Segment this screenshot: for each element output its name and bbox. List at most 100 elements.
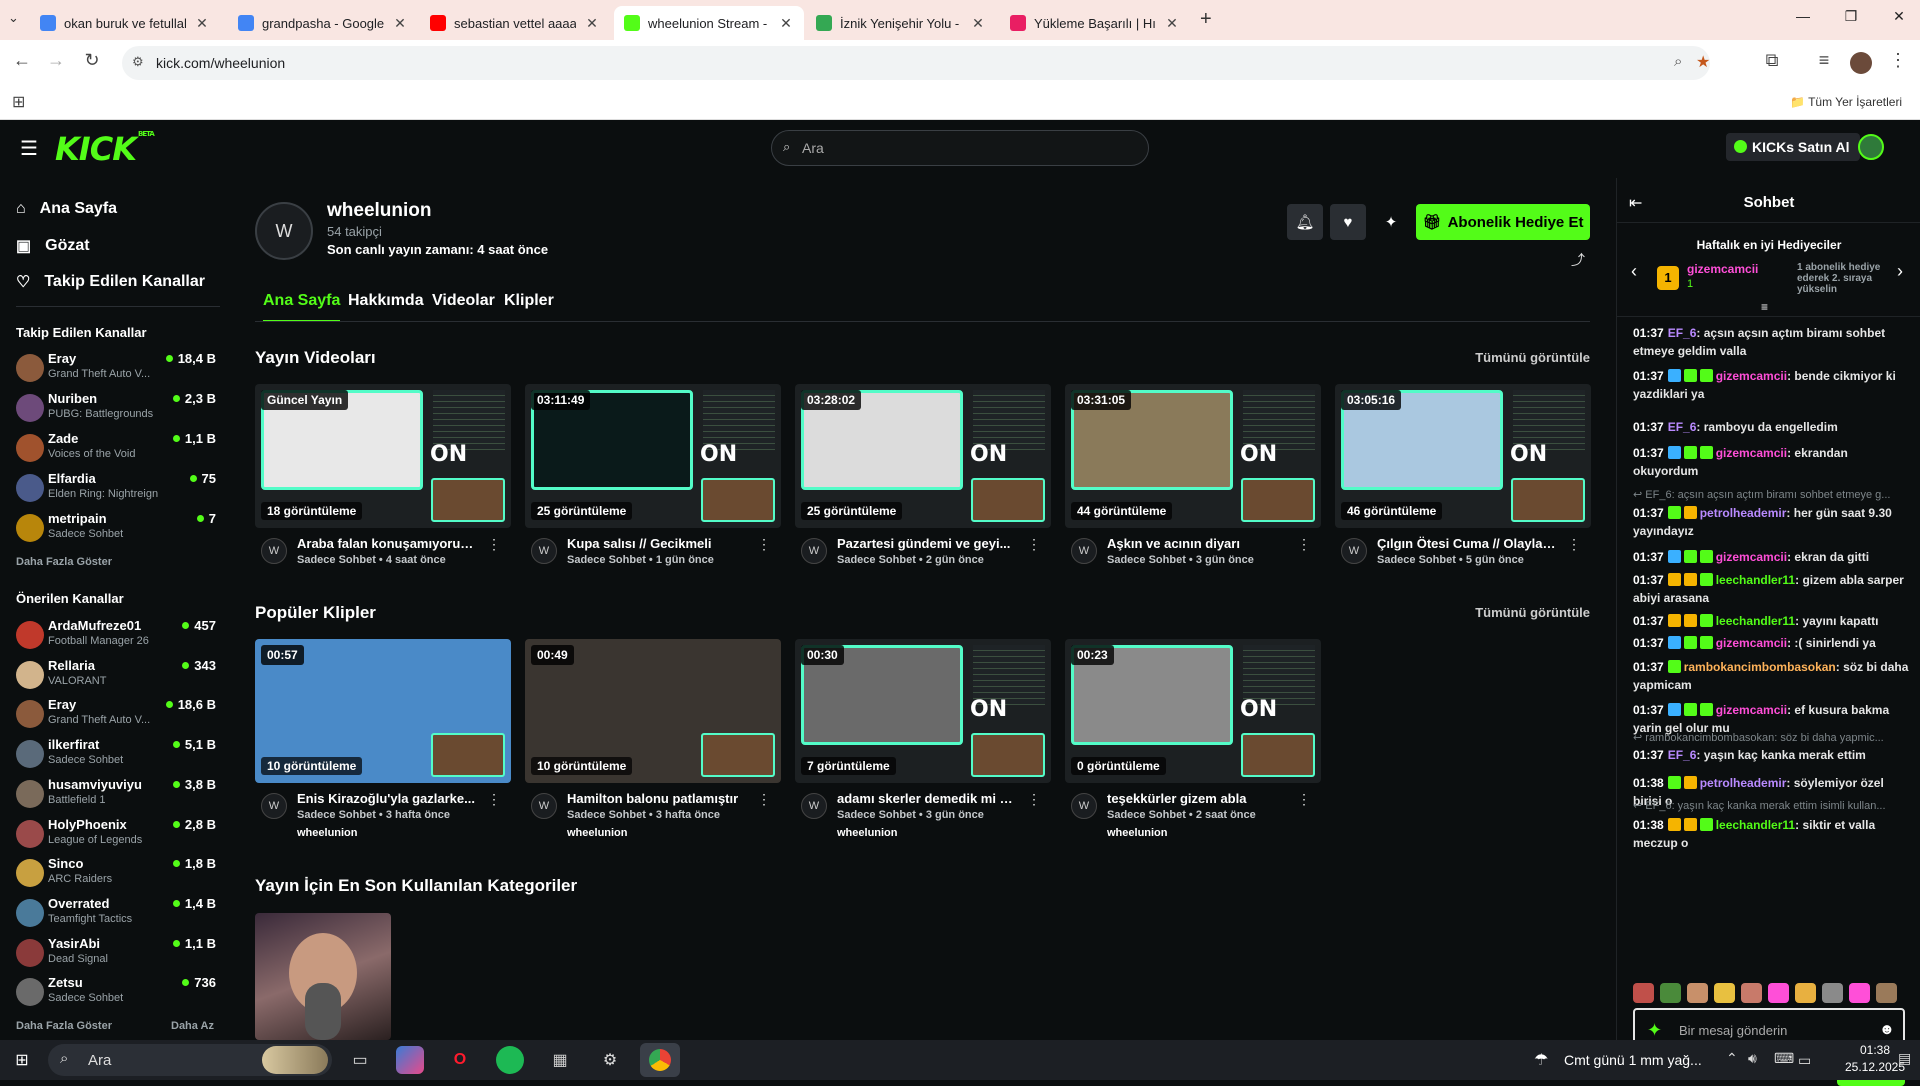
nav-following[interactable]: ♡ Takip Edilen Kanallar (16, 272, 205, 292)
media-icon[interactable]: ≡ (1812, 50, 1836, 71)
start-icon[interactable]: ⊞ (8, 1046, 36, 1074)
sidebar-channel[interactable]: Rellaria VALORANT 343 (16, 658, 216, 694)
card-thumbnail[interactable]: ON 00:23 0 görüntüleme (1065, 639, 1321, 783)
video-card[interactable]: ON 03:05:16 46 görüntüleme W Çılgın Ötesi Cu… (1335, 384, 1591, 574)
extensions-icon[interactable]: ⧉ (1760, 50, 1784, 71)
card-title[interactable]: teşekkürler gizem abla (1107, 791, 1287, 806)
tab-videos[interactable]: Videolar (432, 292, 495, 320)
message-username[interactable]: petrolheademir (1700, 776, 1787, 790)
tab-close-icon[interactable]: ✕ (1164, 15, 1180, 32)
clip-author[interactable]: wheelunion (837, 827, 898, 839)
message-username[interactable]: EF_6 (1668, 420, 1697, 434)
more-options-icon[interactable]: ⋮ (1567, 536, 1581, 553)
chrome-taskbar-icon[interactable] (640, 1043, 680, 1077)
tab-close-icon[interactable]: ✕ (778, 15, 794, 32)
videos-see-all[interactable]: Tümünü görüntüle (1475, 350, 1590, 365)
card-thumbnail[interactable]: 00:49 10 görüntüleme (525, 639, 781, 783)
weather-text[interactable]: Cmt günü 1 mm yağ... (1564, 1052, 1702, 1068)
clip-card[interactable]: ON 00:30 7 görüntüleme Wadamı skerler demed… (795, 639, 1051, 839)
card-title[interactable]: Aşkın ve acının diyarı (1107, 536, 1287, 551)
clip-author[interactable]: wheelunion (1107, 827, 1168, 839)
clip-card[interactable]: ON 00:23 0 görüntüleme Wteşekkürler gizem a… (1065, 639, 1321, 839)
card-thumbnail[interactable]: ON 03:11:49 25 görüntüleme (525, 384, 781, 528)
channel-avatar[interactable]: W (255, 202, 313, 260)
card-channel-avatar[interactable]: W (1341, 538, 1367, 564)
tab-about[interactable]: Hakkımda (348, 292, 424, 320)
nav-browse[interactable]: ▣ Gözat (16, 236, 90, 256)
minimize-icon[interactable]: — (1788, 8, 1818, 24)
sidebar-channel[interactable]: Eray Grand Theft Auto V... 18,6 B (16, 697, 216, 733)
sidebar-channel[interactable]: YasirAbi Dead Signal 1,1 B (16, 936, 216, 972)
copilot-icon[interactable] (396, 1046, 424, 1074)
sidebar-channel[interactable]: Overrated Teamfight Tactics 1,4 B (16, 896, 216, 932)
reload-icon[interactable]: ↻ (80, 50, 104, 71)
emote-icon[interactable] (1687, 983, 1708, 1003)
tab-search-icon[interactable]: ⌄ (8, 10, 19, 26)
network-icon[interactable]: ▭ (1798, 1052, 1811, 1069)
clip-author[interactable]: wheelunion (567, 827, 628, 839)
message-username[interactable]: gizemcamcii (1716, 446, 1787, 460)
clip-card[interactable]: 00:57 10 görüntüleme W Enis Kirazoğlu'yla g… (255, 639, 511, 839)
tab-clips[interactable]: Klipler (504, 292, 554, 320)
message-username[interactable]: leechandler11 (1716, 818, 1795, 832)
back-icon[interactable]: ← (10, 50, 34, 71)
emote-icon[interactable] (1849, 983, 1870, 1003)
address-bar[interactable]: ⚙ kick.com/wheelunion ⌕ ★ (122, 46, 1710, 80)
card-channel-avatar[interactable]: W (261, 538, 287, 564)
more-options-icon[interactable]: ⋮ (487, 791, 501, 808)
menu-icon[interactable]: ⋮ (1886, 50, 1910, 71)
tab-close-icon[interactable]: ✕ (194, 15, 210, 32)
taskbar-search[interactable]: ⌕ Ara (48, 1044, 332, 1076)
more-options-icon[interactable]: ⋮ (757, 791, 771, 808)
browser-tab[interactable]: İznik Yenişehir Yolu - Google Ha ✕ (806, 6, 996, 40)
emote-icon[interactable] (1876, 983, 1897, 1003)
settings-icon[interactable]: ⚙ (596, 1046, 624, 1074)
site-info-icon[interactable]: ⚙ (132, 54, 144, 70)
clips-see-all[interactable]: Tümünü görüntüle (1475, 605, 1590, 620)
new-tab-button[interactable]: + (1200, 8, 1212, 31)
sidebar-channel[interactable]: Sinco ARC Raiders 1,8 B (16, 856, 216, 892)
sidebar-channel[interactable]: husamviyuviyu Battlefield 1 3,8 B (16, 777, 216, 813)
follow-button[interactable]: ♥ (1330, 204, 1366, 240)
sidebar-channel[interactable]: ilkerfirat Sadece Sohbet 5,1 B (16, 737, 216, 773)
category-card-just-chatting[interactable] (255, 913, 391, 1040)
emote-icon[interactable] (1714, 983, 1735, 1003)
restore-icon[interactable]: ❐ (1836, 8, 1866, 25)
search-input[interactable]: ⌕ Ara (771, 130, 1149, 166)
more-options-icon[interactable]: ⋮ (1027, 536, 1041, 553)
emote-icon[interactable] (1633, 983, 1654, 1003)
notification-bell-button[interactable]: 🔔︎ (1287, 204, 1323, 240)
message-username[interactable]: leechandler11 (1716, 573, 1795, 587)
emoji-picker-icon[interactable]: ☻ (1879, 1021, 1895, 1038)
buy-kicks-button[interactable]: KICKs Satın Al (1726, 133, 1860, 161)
sidebar-channel[interactable]: Zade Voices of the Void 1,1 B (16, 431, 216, 467)
sparkle-button[interactable]: ✦ (1373, 204, 1409, 240)
message-username[interactable]: gizemcamcii (1716, 550, 1787, 564)
tab-close-icon[interactable]: ✕ (970, 15, 986, 32)
message-username[interactable]: EF_6 (1668, 326, 1697, 340)
all-bookmarks-folder[interactable]: 📁 Tüm Yer İşaretleri (1790, 95, 1902, 109)
emote-icon[interactable] (1795, 983, 1816, 1003)
more-options-icon[interactable]: ⋮ (1297, 791, 1311, 808)
top-gifter-name[interactable]: gizemcamcii (1687, 262, 1758, 276)
file-explorer-icon[interactable]: ▦ (546, 1046, 574, 1074)
sidebar-channel[interactable]: Eray Grand Theft Auto V... 18,4 B (16, 351, 216, 387)
card-channel-avatar[interactable]: W (261, 793, 287, 819)
card-thumbnail[interactable]: ON 03:31:05 44 görüntüleme (1065, 384, 1321, 528)
gift-sub-button[interactable]: 🎁︎ Abonelik Hediye Et (1416, 204, 1590, 240)
message-username[interactable]: gizemcamcii (1716, 703, 1787, 717)
card-thumbnail[interactable]: 00:57 10 görüntüleme (255, 639, 511, 783)
browser-tab[interactable]: wheelunion Stream - Watch Liv ✕ (614, 6, 804, 40)
card-channel-avatar[interactable]: W (1071, 538, 1097, 564)
message-username[interactable]: EF_6 (1668, 748, 1697, 762)
card-channel-avatar[interactable]: W (531, 538, 557, 564)
chat-filter-icon[interactable]: ≡ (1761, 300, 1768, 314)
card-title[interactable]: adamı skerler demedik mi ş... (837, 791, 1017, 806)
card-title[interactable]: Enis Kirazoğlu'yla gazlarke... (297, 791, 477, 806)
kick-logo[interactable]: KICK BETA (55, 130, 155, 168)
bookmark-star-icon[interactable]: ★ (1696, 52, 1710, 72)
video-card[interactable]: ON Güncel Yayın 18 görüntüleme W Araba falan… (255, 384, 511, 574)
emote-icon[interactable] (1660, 983, 1681, 1003)
video-card[interactable]: ON 03:28:02 25 görüntüleme W Pazartesi günde… (795, 384, 1051, 574)
sidebar-channel[interactable]: ArdaMufreze01 Football Manager 26 457 (16, 618, 216, 654)
